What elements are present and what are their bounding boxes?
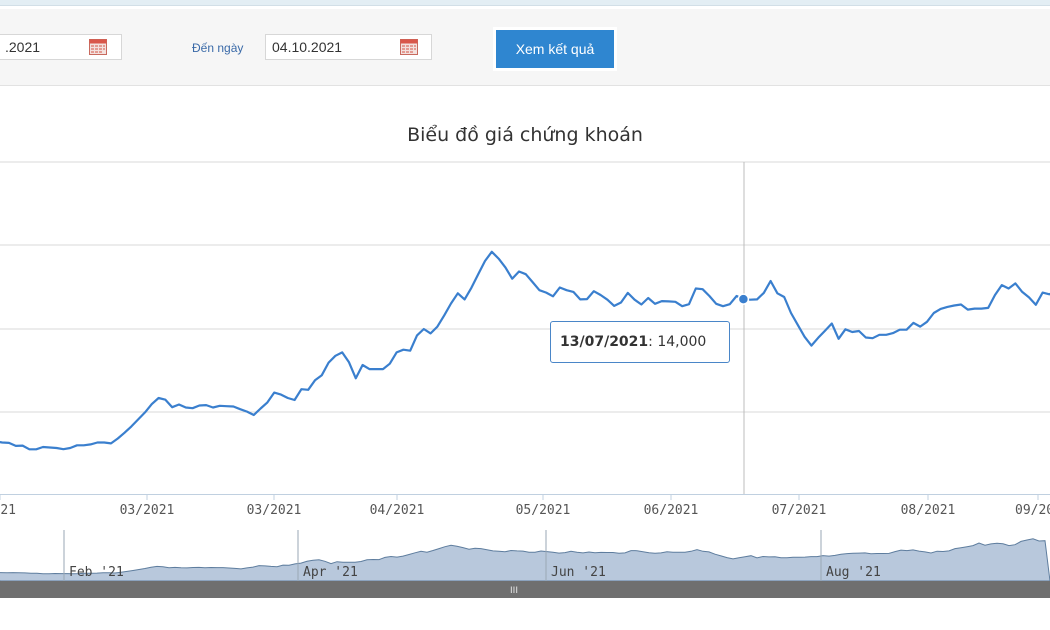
x-tick-label: 04/2021 [370, 503, 425, 518]
navigator-tick-label: Feb '21 [69, 565, 124, 580]
scrollbar-grip-icon[interactable]: III [510, 586, 518, 596]
x-tick-label: 03/2021 [120, 503, 175, 518]
tooltip-date: 13/07/2021 [560, 334, 649, 350]
x-tick-label: 09/20 [1015, 503, 1050, 518]
grid [0, 161, 1050, 413]
tooltip-value: 14,000 [657, 334, 707, 350]
x-tick-label: 05/2021 [516, 503, 571, 518]
x-tick-label: 03/2021 [247, 503, 302, 518]
scrollbar[interactable] [0, 581, 1050, 598]
x-tick-label: 21 [0, 503, 16, 518]
price-line [0, 250, 1050, 451]
navigator-tick-label: Jun '21 [551, 565, 606, 580]
x-tick-label: 06/2021 [644, 503, 699, 518]
tooltip: 13/07/2021: 14,000 [550, 321, 730, 363]
tooltip-sep: : [648, 334, 658, 350]
x-tick-label: 08/2021 [901, 503, 956, 518]
navigator-tick-label: Aug '21 [826, 565, 881, 580]
x-axis: 21 03/2021 03/2021 04/2021 05/2021 06/2021 07/… [0, 494, 1050, 518]
hover-point[interactable] [737, 293, 750, 305]
navigator-tick-label: Apr '21 [303, 565, 358, 580]
price-chart: 21 03/2021 03/2021 04/2021 05/2021 06/2021 07/… [0, 161, 1050, 598]
navigator[interactable]: Feb '21 Apr '21 Jun '21 Aug '21 [0, 530, 1050, 582]
x-tick-label: 07/2021 [772, 503, 827, 518]
